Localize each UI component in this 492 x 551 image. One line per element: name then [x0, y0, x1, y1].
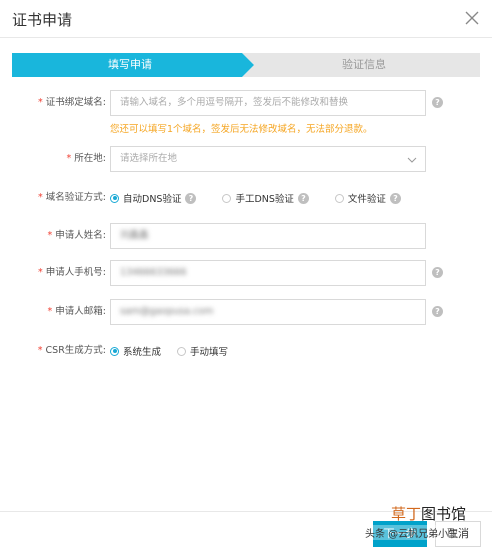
step-verify-info[interactable]: 验证信息	[248, 53, 480, 77]
location-select[interactable]: 请选择所在地	[110, 146, 426, 172]
phone-input[interactable]: 13466633666	[110, 260, 426, 286]
help-icon[interactable]: ?	[432, 306, 443, 317]
verify-method-row: * 域名验证方式: 自动DNS验证 ? 手工DNS验证 ? 文件验证 ?	[0, 185, 492, 211]
step-indicator: 填写申请 验证信息	[12, 53, 480, 77]
email-input[interactable]: sam@gaopusa.com	[110, 299, 426, 325]
chevron-down-icon	[407, 157, 417, 163]
radio-file-verify[interactable]: 文件验证 ?	[334, 191, 401, 205]
radio-unchecked-icon	[177, 346, 187, 356]
csr-row: * CSR生成方式: 系统生成 手动填写	[0, 338, 492, 364]
domain-label: * 证书绑定域名:	[38, 97, 106, 108]
help-icon[interactable]: ?	[389, 192, 401, 204]
domain-hint: 您还可以填写1个域名，签发后无法修改域名，无法部分退款。	[110, 124, 373, 135]
verify-method-label: * 域名验证方式:	[38, 192, 106, 203]
location-row: * 所在地: 请选择所在地	[0, 146, 492, 172]
radio-unchecked-icon	[334, 193, 344, 203]
domain-input[interactable]: 请输入域名，多个用逗号隔开，签发后不能修改和替换	[110, 90, 426, 116]
radio-manual-fill[interactable]: 手动填写	[177, 344, 228, 358]
radio-checked-icon	[110, 346, 119, 356]
next-button[interactable]: 下一步	[373, 521, 427, 547]
csr-options: 系统生成 手动填写	[110, 338, 254, 364]
step-fill-application[interactable]: 填写申请	[12, 53, 248, 77]
dialog-title: 证书申请	[12, 11, 73, 29]
name-label: * 申请人姓名:	[47, 230, 106, 241]
radio-auto-dns[interactable]: 自动DNS验证 ?	[110, 191, 197, 205]
name-input[interactable]: 刘鑫鑫	[110, 223, 426, 249]
phone-label: * 申请人手机号:	[38, 267, 106, 278]
radio-system-generate[interactable]: 系统生成	[110, 344, 161, 358]
radio-unchecked-icon	[222, 193, 232, 203]
help-icon[interactable]: ?	[432, 97, 443, 108]
domain-row: * 证书绑定域名: 请输入域名，多个用逗号隔开，签发后不能修改和替换 ?	[0, 90, 492, 116]
phone-row: * 申请人手机号: 13466633666 ?	[0, 260, 492, 286]
dialog-header: 证书申请	[0, 0, 492, 38]
cancel-button[interactable]: 取消	[435, 521, 481, 547]
help-icon[interactable]: ?	[185, 192, 197, 204]
name-row: * 申请人姓名: 刘鑫鑫	[0, 223, 492, 249]
location-label: * 所在地:	[66, 153, 106, 164]
help-icon[interactable]: ?	[297, 192, 309, 204]
close-icon[interactable]	[460, 6, 484, 30]
radio-checked-icon	[110, 193, 119, 203]
radio-manual-dns[interactable]: 手工DNS验证 ?	[222, 191, 309, 205]
email-row: * 申请人邮箱: sam@gaopusa.com ?	[0, 299, 492, 325]
csr-label: * CSR生成方式:	[37, 345, 106, 356]
email-label: * 申请人邮箱:	[47, 306, 106, 317]
help-icon[interactable]: ?	[432, 267, 443, 278]
verify-method-options: 自动DNS验证 ? 手工DNS验证 ? 文件验证 ?	[110, 185, 427, 211]
